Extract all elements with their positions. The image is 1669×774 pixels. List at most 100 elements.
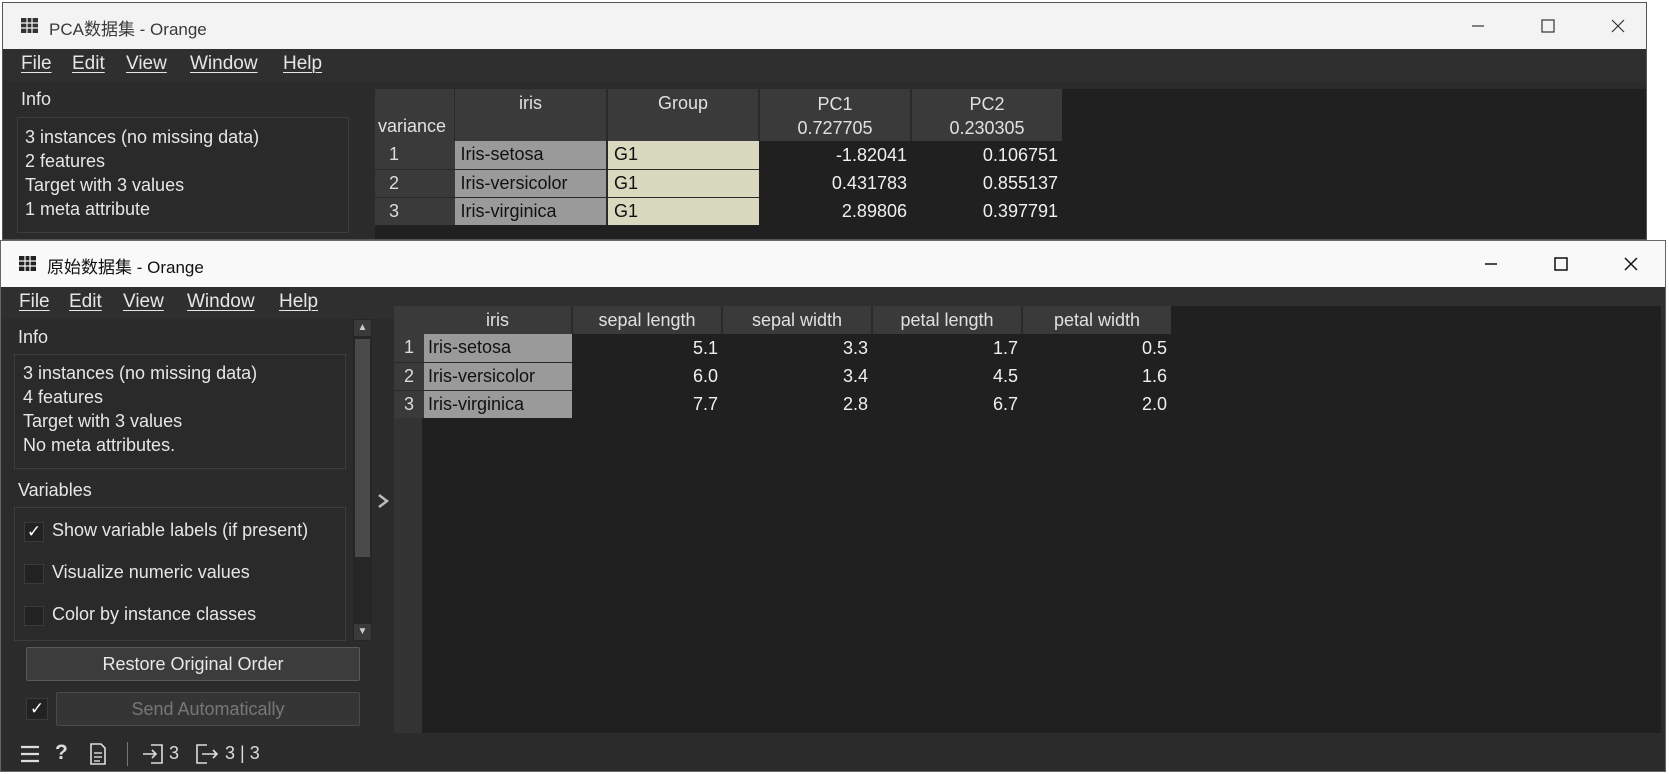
- window-title: 原始数据集 - Orange: [47, 258, 204, 277]
- scroll-up-arrow[interactable]: ▲: [354, 320, 371, 336]
- variance-value: 0.230305: [949, 117, 1025, 138]
- restore-original-order-button[interactable]: Restore Original Order: [26, 647, 360, 681]
- maximize-button[interactable]: [1525, 11, 1571, 41]
- table-row[interactable]: 3 Iris-virginica G1 2.89806 0.397791: [375, 196, 1062, 225]
- menu-file[interactable]: File: [21, 53, 52, 75]
- cell-pc2: 0.855137: [982, 172, 1058, 193]
- scroll-thumb[interactable]: [355, 339, 370, 557]
- minimize-button[interactable]: [1468, 249, 1514, 279]
- orig-window: 原始数据集 - Orange File Edit View Window Hel…: [0, 240, 1666, 772]
- variance-label: variance: [378, 116, 447, 136]
- info-line: 2 features: [25, 151, 106, 171]
- cell-pc1: 0.431783: [831, 172, 907, 193]
- info-line: 3 instances (no missing data): [23, 363, 258, 383]
- header-label: sepal length: [598, 309, 696, 330]
- info-line: Target with 3 values: [25, 175, 185, 195]
- cell-sepal-length: 5.1: [692, 337, 718, 358]
- header-label: PC2: [969, 93, 1005, 114]
- minimize-icon: [1472, 25, 1484, 27]
- menu-view[interactable]: View: [126, 53, 167, 75]
- show-labels-label[interactable]: Show variable labels (if present): [52, 520, 308, 541]
- cell-iris: Iris-versicolor: [424, 361, 572, 390]
- cell-petal-width: 1.6: [1141, 365, 1167, 386]
- show-labels-checkbox[interactable]: ✓: [24, 522, 44, 542]
- cell-group: G1: [606, 196, 759, 225]
- menu-help[interactable]: Help: [279, 291, 318, 313]
- cell-sepal-width: 3.4: [842, 365, 868, 386]
- header-label: sepal width: [751, 309, 843, 330]
- report-icon[interactable]: [88, 743, 108, 765]
- row-number: 2: [375, 168, 455, 197]
- table-row[interactable]: 1 Iris-setosa 5.1 3.3 1.7 0.5: [394, 334, 1171, 362]
- info-line: 1 meta attribute: [25, 199, 151, 219]
- cell-petal-length: 1.7: [992, 337, 1018, 358]
- visualize-numeric-checkbox[interactable]: [24, 564, 44, 584]
- column-header-petal-width[interactable]: petal width: [1021, 306, 1171, 334]
- pca-titlebar[interactable]: PCA数据集 - Orange: [3, 3, 1646, 49]
- corner-cell[interactable]: [394, 306, 424, 334]
- left-panel-scrollbar[interactable]: ▲ ▼: [353, 319, 372, 641]
- cell-pc2: 0.106751: [982, 144, 1058, 165]
- table-row[interactable]: 3 Iris-virginica 7.7 2.8 6.7 2.0: [394, 389, 1171, 418]
- original-data-table[interactable]: iris sepal length sepal width petal leng…: [394, 306, 1171, 418]
- table-row[interactable]: 1 Iris-setosa G1 -1.82041 0.106751: [375, 141, 1062, 169]
- cell-sepal-width: 3.3: [842, 337, 868, 358]
- menu-edit[interactable]: Edit: [72, 53, 105, 75]
- close-button[interactable]: [1595, 11, 1641, 41]
- cell-group: G1: [606, 168, 759, 197]
- menu-help[interactable]: Help: [283, 53, 322, 75]
- column-header-pc1[interactable]: PC1 0.727705: [758, 89, 911, 141]
- cell-petal-width: 2.0: [1141, 393, 1167, 414]
- table-row[interactable]: 2 Iris-versicolor G1 0.431783 0.855137: [375, 168, 1062, 197]
- help-icon[interactable]: ?: [55, 741, 68, 765]
- menu-window[interactable]: Window: [190, 53, 258, 75]
- header-label: Group: [657, 93, 709, 113]
- cell-iris: Iris-versicolor: [454, 168, 607, 197]
- cell-pc1: -1.82041: [835, 144, 907, 165]
- column-header-sepal-width[interactable]: sepal width: [721, 306, 872, 334]
- column-header-iris[interactable]: iris: [424, 306, 572, 334]
- output-icon: [196, 744, 219, 764]
- table-app-icon: [19, 256, 36, 271]
- cell-iris: Iris-virginica: [454, 196, 607, 225]
- cell-group: G1: [606, 141, 759, 169]
- cell-petal-length: 6.7: [992, 393, 1018, 414]
- window-title: PCA数据集 - Orange: [49, 20, 207, 39]
- color-by-class-checkbox[interactable]: [24, 606, 44, 626]
- row-number: 1: [394, 334, 424, 362]
- header-label: iris: [486, 309, 509, 330]
- header-label: PC1: [817, 93, 853, 114]
- cell-iris: Iris-setosa: [454, 141, 607, 169]
- send-automatically-button[interactable]: Send Automatically: [56, 692, 360, 726]
- cell-sepal-width: 2.8: [842, 393, 868, 414]
- menu-edit[interactable]: Edit: [69, 291, 102, 313]
- orig-titlebar[interactable]: 原始数据集 - Orange: [1, 241, 1665, 287]
- maximize-icon: [1541, 19, 1555, 33]
- info-line: 3 instances (no missing data): [25, 127, 260, 147]
- status-bar: ? 3 3 | 3: [1, 737, 1665, 771]
- table-app-icon: [21, 18, 38, 33]
- menu-view[interactable]: View: [123, 291, 164, 313]
- cell-iris: Iris-setosa: [424, 334, 572, 362]
- column-header-petal-length[interactable]: petal length: [871, 306, 1022, 334]
- input-count: 3: [169, 743, 180, 763]
- menu-file[interactable]: File: [19, 291, 50, 313]
- column-header-sepal-length[interactable]: sepal length: [571, 306, 722, 334]
- column-header-group[interactable]: Group: [606, 89, 759, 141]
- cell-pc2: 0.397791: [982, 200, 1058, 221]
- color-by-class-label[interactable]: Color by instance classes: [52, 604, 256, 625]
- hamburger-icon[interactable]: [19, 743, 41, 765]
- scroll-down-arrow[interactable]: ▼: [354, 624, 371, 640]
- input-icon: [143, 744, 163, 764]
- splitter-handle[interactable]: [373, 481, 393, 521]
- column-header-iris[interactable]: iris: [454, 89, 607, 141]
- maximize-button[interactable]: [1538, 249, 1584, 279]
- menu-window[interactable]: Window: [187, 291, 255, 313]
- close-button[interactable]: [1608, 249, 1654, 279]
- minimize-button[interactable]: [1455, 11, 1501, 41]
- visualize-numeric-label[interactable]: Visualize numeric values: [52, 562, 250, 583]
- pca-data-table[interactable]: variance iris Group PC1 0.727705 PC2 0.2…: [375, 89, 1062, 225]
- column-header-pc2[interactable]: PC2 0.230305: [910, 89, 1062, 141]
- send-auto-checkbox[interactable]: ✓: [26, 698, 48, 720]
- table-row[interactable]: 2 Iris-versicolor 6.0 3.4 4.5 1.6: [394, 361, 1171, 390]
